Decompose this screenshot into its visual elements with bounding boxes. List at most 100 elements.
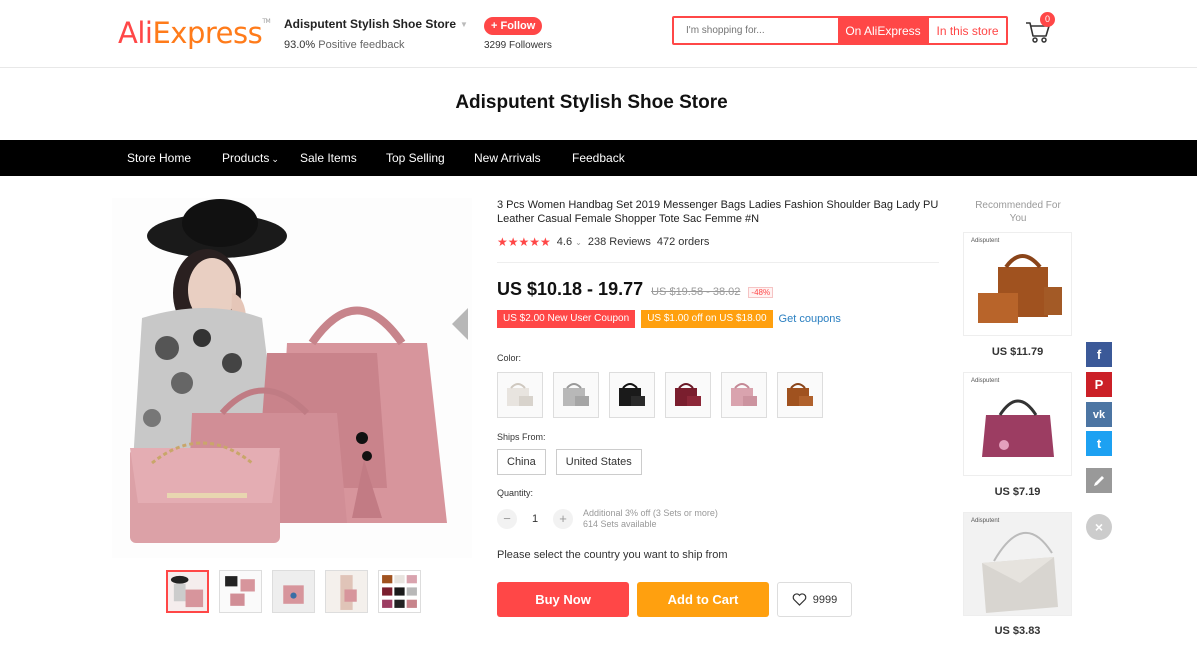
pinterest-share-button[interactable]: P [1086, 372, 1112, 397]
vk-icon: vk [1092, 408, 1106, 421]
store-name-dropdown[interactable]: Adisputent Stylish Shoe Store ▼ [284, 17, 468, 31]
follow-button[interactable]: + Follow [484, 17, 543, 35]
vk-share-button[interactable]: vk [1086, 402, 1112, 427]
facebook-share-button[interactable]: f [1086, 342, 1112, 367]
discount-badge: -48% [748, 287, 774, 298]
nav-new-arrivals[interactable]: New Arrivals [474, 140, 541, 176]
recommended-item-1[interactable]: Adisputent [963, 232, 1072, 336]
store-nav: Store Home Products ⌄ Sale Items Top Sell… [0, 140, 1197, 176]
cart-button[interactable]: 0 [1024, 12, 1055, 45]
color-swatch-4[interactable] [665, 372, 711, 418]
color-label: Color: [497, 353, 522, 363]
quantity-decrease-button[interactable]: − [497, 509, 517, 529]
ships-from-options: China United States [497, 449, 642, 475]
quantity-stepper: − 1 + Additional 3% off (3 Sets or more)… [497, 508, 718, 530]
current-price: US $10.18 - 19.77 [497, 279, 644, 299]
thumbnail-4[interactable] [325, 570, 368, 613]
product-thumbnail [964, 513, 1071, 615]
store-title: Adisputent Stylish Shoe Store [455, 92, 728, 113]
orders-count: 472 orders [656, 236, 710, 248]
recommended-price-2: US $7.19 [994, 486, 1041, 498]
nav-products[interactable]: Products ⌄ [222, 140, 279, 176]
twitter-share-button[interactable]: t [1086, 431, 1112, 456]
follow-box: + Follow 3299 Followers [484, 16, 552, 51]
recommended-price-1: US $11.79 [991, 346, 1044, 358]
color-swatch-5[interactable] [721, 372, 767, 418]
color-swatch-6[interactable] [777, 372, 823, 418]
color-swatches [497, 372, 823, 418]
rec-brand-label: Adisputent [971, 238, 1000, 244]
store-info: Adisputent Stylish Shoe Store ▼ 93.0% Po… [284, 17, 468, 51]
buy-now-button[interactable]: Buy Now [497, 582, 629, 617]
aliexpress-logo[interactable]: AliExpress TM [118, 16, 271, 50]
store-name-label: Adisputent Stylish Shoe Store [284, 17, 457, 31]
ship-option-united-states[interactable]: United States [555, 449, 642, 475]
feedback-label: Positive feedback [318, 39, 405, 51]
rating-value[interactable]: 4.6 ⌄ [557, 236, 582, 248]
store-coupon[interactable]: US $1.00 off on US $18.00 [641, 310, 773, 328]
ship-country-message: Please select the country you want to sh… [497, 549, 728, 561]
wishlist-button[interactable]: 9999 [777, 582, 852, 617]
original-price: US $19.58 - 38.02 [651, 286, 741, 298]
chevron-down-icon: ⌄ [271, 154, 279, 164]
color-swatch-3[interactable] [609, 372, 655, 418]
nav-store-home[interactable]: Store Home [127, 140, 191, 176]
color-swatch-1[interactable] [497, 372, 543, 418]
thumbnail-2[interactable] [219, 570, 262, 613]
facebook-icon: f [1096, 347, 1102, 362]
search-aliexpress-button[interactable]: On AliExpress [838, 18, 928, 43]
rating-number: 4.6 [556, 236, 573, 248]
quantity-note: Additional 3% off (3 Sets or more) 614 S… [583, 508, 718, 530]
followers-count: 3299 Followers [484, 40, 552, 51]
product-thumbnail [982, 399, 1054, 457]
heart-icon [792, 593, 807, 606]
edit-button[interactable] [1086, 468, 1112, 493]
nav-sale-items[interactable]: Sale Items [300, 140, 357, 176]
recommended-title: Recommended For You [975, 200, 1061, 224]
logo-ali-text: Ali [118, 16, 153, 50]
recommended-item-2[interactable]: Adisputent [963, 372, 1072, 476]
thumbnail-3[interactable] [272, 570, 315, 613]
pinterest-icon: P [1094, 377, 1104, 392]
thumbnail-5[interactable] [378, 570, 421, 613]
color-swatch-2[interactable] [553, 372, 599, 418]
chevron-left-icon[interactable] [448, 306, 472, 342]
product-photo [112, 198, 472, 558]
rec-brand-label: Adisputent [971, 378, 1000, 384]
close-share-button[interactable]: × [1086, 514, 1112, 540]
nav-feedback[interactable]: Feedback [572, 140, 625, 176]
new-user-coupon[interactable]: US $2.00 New User Coupon [497, 310, 636, 328]
main-product-image[interactable] [112, 198, 472, 558]
thumbnail-1[interactable] [166, 570, 209, 613]
reviews-link[interactable]: 238 Reviews [588, 236, 651, 248]
nav-top-selling[interactable]: Top Selling [386, 140, 445, 176]
recommended-item-3[interactable]: Adisputent [963, 512, 1072, 616]
get-coupons-link[interactable]: Get coupons [779, 313, 841, 325]
cart-count-badge: 0 [1040, 12, 1055, 27]
stock-available: 614 Sets available [583, 519, 657, 529]
bulk-discount-note: Additional 3% off (3 Sets or more) [583, 508, 718, 518]
twitter-icon: t [1096, 436, 1102, 451]
top-header: AliExpress TM Adisputent Stylish Shoe Sto… [0, 0, 1197, 68]
positive-feedback: 93.0% Positive feedback [284, 39, 468, 51]
quantity-increase-button[interactable]: + [553, 509, 573, 529]
quantity-label: Quantity: [497, 488, 534, 498]
chevron-down-icon: ⌄ [575, 238, 582, 247]
product-thumbnail [978, 254, 1062, 323]
rating-row: ★★★★★ 4.6 ⌄ 238 Reviews 472 orders [497, 235, 709, 249]
ship-option-china[interactable]: China [497, 449, 546, 475]
image-thumbnails [166, 570, 421, 613]
nav-products-label: Products [222, 151, 270, 165]
search-bar: On AliExpress In this store [672, 16, 1008, 45]
star-rating-icon: ★★★★★ [497, 235, 551, 249]
quantity-input[interactable]: 1 [523, 513, 547, 525]
wishlist-count: 9999 [812, 593, 838, 606]
divider [497, 262, 939, 263]
ships-from-label: Ships From: [497, 432, 546, 442]
search-store-button[interactable]: In this store [928, 18, 1006, 43]
search-input[interactable] [674, 18, 838, 43]
pencil-icon [1094, 475, 1104, 486]
coupons-row: US $2.00 New User Coupon US $1.00 off on… [497, 310, 841, 328]
add-to-cart-button[interactable]: Add to Cart [637, 582, 769, 617]
logo-express-text: Express [152, 16, 263, 50]
